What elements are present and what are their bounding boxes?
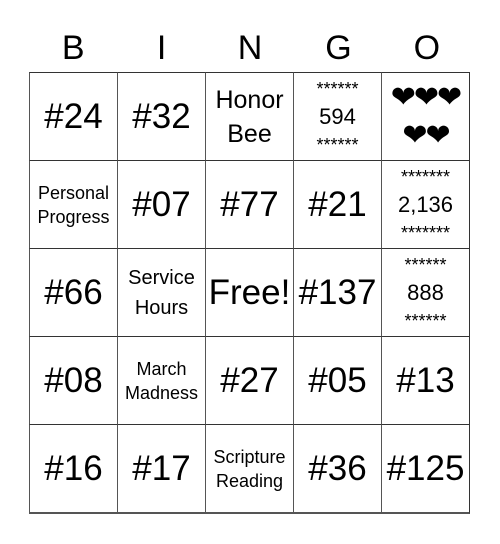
bingo-cell[interactable]: #24 [29, 72, 117, 160]
bingo-cell[interactable]: #21 [293, 160, 381, 248]
cell-number: 888 [407, 279, 444, 305]
cell-text: Hours [134, 296, 189, 319]
bingo-cell[interactable]: #08 [29, 336, 117, 424]
header-letter-o: O [413, 29, 441, 67]
stars-decoration: ****** [316, 134, 359, 155]
bingo-cell[interactable]: Free! [205, 248, 293, 336]
header-letter-n: N [237, 29, 263, 67]
bingo-cell[interactable]: #27 [205, 336, 293, 424]
bingo-cell[interactable]: Scripture Reading [205, 424, 293, 512]
cell-text: Service [128, 266, 195, 289]
cell-text: Bee [227, 119, 272, 148]
heart-icon: ❤❤ [402, 118, 450, 152]
bingo-cell[interactable]: #77 [205, 160, 293, 248]
cell-number: 594 [319, 103, 356, 129]
bingo-cell[interactable]: #16 [29, 424, 117, 512]
cell-text: Reading [215, 470, 284, 491]
cell-text: #16 [44, 448, 103, 488]
cell-text: #66 [44, 272, 103, 312]
stars-decoration: ****** [404, 310, 447, 331]
cell-text: #36 [308, 448, 367, 488]
stars-decoration: ****** [316, 78, 359, 99]
cell-text: Personal [37, 182, 110, 203]
bingo-cell[interactable]: #07 [117, 160, 205, 248]
bingo-cell[interactable]: #17 [117, 424, 205, 512]
bingo-cell[interactable]: #66 [29, 248, 117, 336]
cell-text: #07 [132, 184, 191, 224]
bingo-cell[interactable]: ****** 594 ****** [293, 72, 381, 160]
cell-text: #05 [308, 360, 367, 400]
bingo-cell[interactable]: #36 [293, 424, 381, 512]
bingo-cell[interactable]: #125 [381, 424, 469, 512]
header-letter-g: G [325, 29, 352, 67]
bingo-cell[interactable]: #137 [293, 248, 381, 336]
bingo-cell[interactable]: #13 [381, 336, 469, 424]
bingo-cell[interactable]: March Madness [117, 336, 205, 424]
cell-text: #13 [396, 360, 455, 400]
bingo-cell[interactable]: ****** 888 ****** [381, 248, 469, 336]
cell-text: #32 [132, 96, 191, 136]
cell-text: #08 [44, 360, 103, 400]
header-letter-i: I [156, 29, 167, 67]
heart-icon: ❤❤❤ [390, 80, 462, 114]
bingo-cell[interactable]: #05 [293, 336, 381, 424]
cell-text: #125 [386, 448, 465, 488]
cell-text: Scripture [213, 446, 286, 467]
cell-text: #24 [44, 96, 103, 136]
cell-text: Madness [124, 382, 199, 403]
stars-decoration: ******* [400, 166, 451, 187]
cell-text: Honor [215, 85, 284, 114]
cell-text: #27 [220, 360, 279, 400]
bingo-cell[interactable]: ******* 2,136 ******* [381, 160, 469, 248]
cell-text: #77 [220, 184, 279, 224]
header-letter-b: B [61, 29, 85, 67]
cell-number: 2,136 [397, 191, 454, 217]
stars-decoration: ****** [404, 254, 447, 275]
cell-text: March [136, 358, 187, 379]
bingo-cell[interactable]: Service Hours [117, 248, 205, 336]
stars-decoration: ******* [400, 222, 451, 243]
cell-text: Progress [37, 206, 110, 227]
bingo-cell[interactable]: ❤❤❤ ❤❤ [381, 72, 469, 160]
bingo-cell[interactable]: Honor Bee [205, 72, 293, 160]
bingo-header: B I N G O [29, 24, 471, 72]
cell-text: #17 [132, 448, 191, 488]
bingo-cell[interactable]: Personal Progress [29, 160, 117, 248]
cell-text: #21 [308, 184, 367, 224]
bingo-card-grid: #24 #32 Honor Bee ****** 594 ****** ❤❤❤ ❤❤ Person… [29, 72, 470, 514]
bingo-cell[interactable]: #32 [117, 72, 205, 160]
cell-text: Free! [208, 272, 291, 312]
cell-text: #137 [298, 272, 377, 312]
